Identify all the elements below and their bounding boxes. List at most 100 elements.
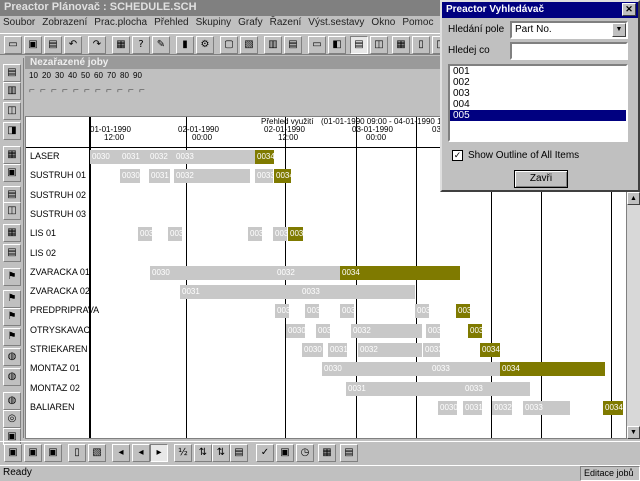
- job-bar[interactable]: 0034: [255, 150, 274, 164]
- resource-label[interactable]: LIS 02: [30, 248, 56, 258]
- job-bar[interactable]: 0032: [492, 400, 512, 415]
- resource-label[interactable]: PREDPRIPRAVA: [30, 305, 99, 315]
- job-bar[interactable]: 0031: [463, 400, 482, 415]
- menu-1[interactable]: Zobrazení: [42, 17, 87, 28]
- vertical-scrollbar[interactable]: ▲ ▼: [626, 192, 640, 439]
- toolbar-button-icon-17[interactable]: ◫: [370, 36, 388, 54]
- bottom-tool-icon-2[interactable]: ▣: [44, 444, 62, 462]
- job-bar[interactable]: 0032: [148, 150, 174, 164]
- toolbar-button-icon-11[interactable]: ▧: [240, 36, 258, 54]
- job-bar[interactable]: 0033: [415, 304, 429, 319]
- left-tool-icon-8[interactable]: ▦: [3, 224, 21, 242]
- resource-label[interactable]: SUSTRUH 01: [30, 170, 86, 180]
- bottom-tool-icon-14[interactable]: ◷: [296, 444, 314, 462]
- search-field-select[interactable]: Part No. ▼: [510, 21, 628, 39]
- job-bar[interactable]: 0034: [274, 169, 291, 184]
- job-bar[interactable]: 0034: [468, 323, 482, 338]
- menu-3[interactable]: Přehled: [154, 17, 188, 28]
- bottom-tool-icon-3[interactable]: ▯: [68, 444, 86, 462]
- bottom-tool-icon-5[interactable]: ◂: [112, 444, 130, 462]
- toolbar-button-icon-14[interactable]: ▭: [308, 36, 326, 54]
- result-item[interactable]: 001: [450, 66, 626, 77]
- job-bar[interactable]: 0032: [340, 304, 354, 319]
- toolbar-button-icon-16[interactable]: ▤: [350, 36, 368, 54]
- job-bar[interactable]: 0032: [248, 227, 262, 242]
- resource-label[interactable]: MONTAZ 01: [30, 363, 80, 373]
- menu-7[interactable]: Výst.sestavy: [308, 17, 364, 28]
- job-bar[interactable]: 0033: [426, 323, 440, 338]
- toolbar-button-icon-13[interactable]: ▤: [284, 36, 302, 54]
- resource-label[interactable]: SUSTRUH 03: [30, 209, 86, 219]
- job-bar[interactable]: 0032: [358, 343, 422, 357]
- resource-label[interactable]: OTRYSKAVAC: [30, 325, 90, 335]
- toolbar-button-icon-8[interactable]: ▮: [176, 36, 194, 54]
- toolbar-button-icon-1[interactable]: ▣: [24, 36, 42, 54]
- left-tool-icon-4[interactable]: ▦: [3, 146, 21, 164]
- resource-label[interactable]: ZVARACKA 02: [30, 286, 90, 296]
- toolbar-button-icon-4[interactable]: ↷: [88, 36, 106, 54]
- job-bar[interactable]: 0034: [500, 362, 605, 377]
- menu-2[interactable]: Prac.plocha: [94, 17, 147, 28]
- left-tool-icon-10[interactable]: ⚑: [3, 268, 21, 286]
- bottom-tool-icon-15[interactable]: ▦: [318, 444, 336, 462]
- left-tool-icon-14[interactable]: ◍: [3, 348, 21, 366]
- toolbar-button-icon-15[interactable]: ◧: [328, 36, 346, 54]
- job-bar[interactable]: 0033: [463, 381, 530, 396]
- bottom-tool-icon-1[interactable]: ▣: [24, 444, 42, 462]
- job-bar[interactable]: 0034: [340, 265, 460, 280]
- job-bar[interactable]: 0034: [480, 343, 500, 357]
- toolbar-button-icon-5[interactable]: ▦: [112, 36, 130, 54]
- job-bar[interactable]: 0030: [120, 169, 140, 184]
- job-bar[interactable]: 0033: [255, 169, 273, 184]
- result-item[interactable]: 005: [450, 110, 626, 121]
- resource-label[interactable]: LASER: [30, 151, 60, 161]
- job-bar[interactable]: 0031: [305, 304, 319, 319]
- job-bar[interactable]: 0030: [302, 343, 323, 357]
- job-bar[interactable]: 0033: [430, 362, 500, 377]
- left-tool-icon-17[interactable]: ◎: [3, 410, 21, 428]
- job-bar[interactable]: 0033: [273, 227, 287, 242]
- resource-label[interactable]: LIS 01: [30, 228, 56, 238]
- scroll-down-icon[interactable]: ▼: [627, 426, 640, 439]
- job-bar[interactable]: 0031: [328, 343, 347, 357]
- result-item[interactable]: 003: [450, 88, 626, 99]
- job-bar[interactable]: 0031: [316, 323, 330, 338]
- result-item[interactable]: 004: [450, 99, 626, 110]
- job-bar[interactable]: 0033: [174, 150, 255, 164]
- toolbar-button-icon-12[interactable]: ▥: [264, 36, 282, 54]
- resource-label[interactable]: STRIEKAREN: [30, 344, 88, 354]
- job-bar[interactable]: 0032: [174, 169, 250, 184]
- job-bar[interactable]: 0033: [423, 343, 440, 357]
- job-bar[interactable]: 0030: [90, 150, 120, 164]
- toolbar-button-icon-6[interactable]: ?: [132, 36, 150, 54]
- menu-5[interactable]: Grafy: [238, 17, 262, 28]
- menu-4[interactable]: Skupiny: [196, 17, 232, 28]
- search-input[interactable]: [510, 42, 628, 60]
- job-bar[interactable]: 0033: [300, 285, 415, 300]
- left-tool-icon-9[interactable]: ▤: [3, 244, 21, 262]
- close-icon[interactable]: ✕: [622, 3, 636, 16]
- bottom-tool-icon-12[interactable]: ✓: [256, 444, 274, 462]
- left-tool-icon-15[interactable]: ◍: [3, 368, 21, 386]
- job-bar[interactable]: 0031: [120, 150, 148, 164]
- resource-label[interactable]: BALIAREN: [30, 402, 75, 412]
- bottom-tool-icon-13[interactable]: ▣: [276, 444, 294, 462]
- outline-checkbox[interactable]: ✓: [452, 150, 463, 161]
- menu-9[interactable]: Pomoc: [402, 17, 433, 28]
- scroll-up-icon[interactable]: ▲: [627, 192, 640, 205]
- toolbar-button-icon-7[interactable]: ✎: [152, 36, 170, 54]
- job-bar[interactable]: 0030: [138, 227, 152, 242]
- menu-0[interactable]: Soubor: [3, 17, 35, 28]
- job-bar[interactable]: 0031: [168, 227, 182, 242]
- bottom-tool-icon-4[interactable]: ▧: [88, 444, 106, 462]
- chevron-down-icon[interactable]: ▼: [612, 23, 626, 37]
- job-bar[interactable]: 0030: [438, 400, 457, 415]
- left-tool-icon-16[interactable]: ◍: [3, 392, 21, 410]
- toolbar-button-icon-3[interactable]: ↶: [64, 36, 82, 54]
- left-tool-icon-13[interactable]: ⚑: [3, 328, 21, 346]
- left-tool-icon-12[interactable]: ⚑: [3, 308, 21, 326]
- job-bar[interactable]: 0031: [149, 169, 170, 184]
- close-button[interactable]: Zavři: [514, 170, 568, 188]
- resource-label[interactable]: ZVARACKA 01: [30, 267, 90, 277]
- bottom-tool-icon-0[interactable]: ▣: [4, 444, 22, 462]
